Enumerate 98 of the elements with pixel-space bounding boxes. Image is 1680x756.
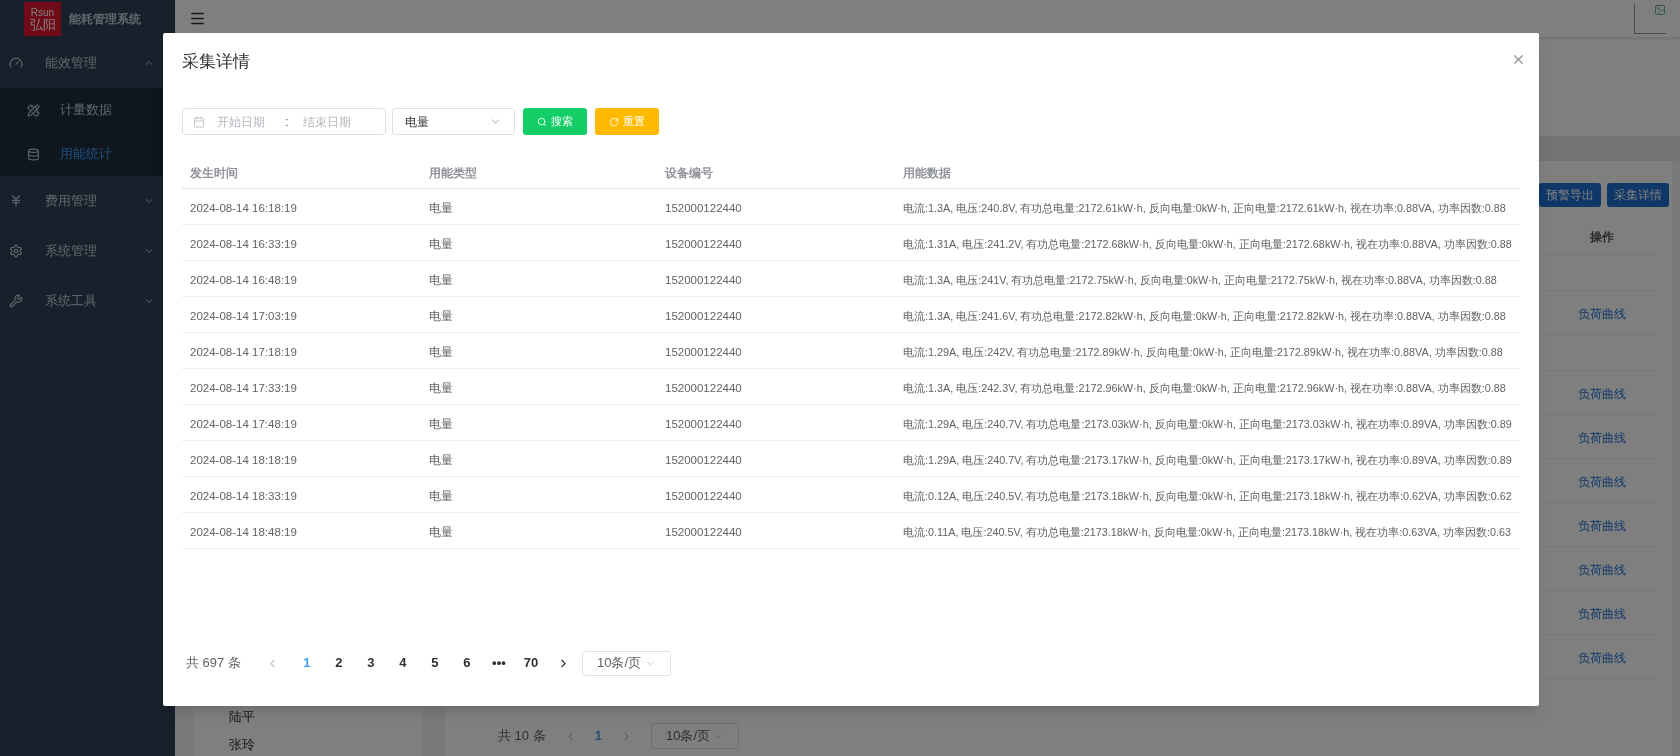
table-cell: 152000122440 <box>665 453 742 466</box>
table-cell: 2024-08-14 16:33:19 <box>190 237 297 250</box>
wrench-icon <box>9 294 23 308</box>
toolbar-button[interactable]: 预警导出 <box>1539 183 1601 207</box>
table-cell: 152000122440 <box>665 273 742 286</box>
total-count: 共 697 条 <box>186 654 241 673</box>
table-cell: 152000122440 <box>665 309 742 322</box>
page-number[interactable]: 5 <box>418 653 451 673</box>
table-cell: 2024-08-14 18:48:19 <box>190 525 297 538</box>
page-number[interactable]: 4 <box>386 653 419 673</box>
table-cell: 152000122440 <box>665 381 742 394</box>
table-cell: 电流:1.29A, 电压:240.7V, 有功总电量:2173.17kW·h, 反向电量:0kW·h, 正向电量:2173.17kW·h, 视在功率:0.89VA, 功率因数:0.89 <box>903 453 1512 466</box>
search-button[interactable]: 搜索 <box>523 108 587 135</box>
table-cell: 电流:1.3A, 电压:241V, 有功总电量:2172.75kW·h, 反向电量:0kW·h, 正向电量:2172.75kW·h, 视在功率:0.88VA, 功率因数:0.88 <box>903 273 1497 286</box>
table-cell: 2024-08-14 17:03:19 <box>190 309 297 322</box>
table-cell: 152000122440 <box>665 237 742 250</box>
toolbar-button[interactable]: 采集详情 <box>1607 183 1669 207</box>
table-cell: 152000122440 <box>665 345 742 358</box>
table-cell: 电量 <box>429 381 453 394</box>
submenu-item[interactable]: 计量数据 <box>0 88 175 132</box>
gear-icon <box>9 244 23 258</box>
column-header: 用能数据 <box>903 165 951 180</box>
table-cell: 电量 <box>429 309 453 322</box>
calendar-icon <box>193 115 205 128</box>
range-separator: : <box>284 113 290 131</box>
table-cell: 电量 <box>429 453 453 466</box>
submenu-item[interactable]: 用能统计 <box>0 132 175 176</box>
refresh-icon <box>609 116 619 127</box>
table-cell: 2024-08-14 16:48:19 <box>190 273 297 286</box>
table-cell: 电流:1.31A, 电压:241.2V, 有功总电量:2172.68kW·h, 反向电量:0kW·h, 正向电量:2172.68kW·h, 视在功率:0.88VA, 功率因数:0.88 <box>903 237 1512 250</box>
yen-icon <box>9 194 23 208</box>
table-cell: 2024-08-14 17:48:19 <box>190 417 297 430</box>
load-curve-link[interactable]: 负荷曲线 <box>1578 386 1626 401</box>
table-cell: 电量 <box>429 273 453 286</box>
dialog-title: 采集详情 <box>182 51 250 73</box>
table-cell: 2024-08-14 17:18:19 <box>190 345 297 358</box>
broken-image-icon[interactable] <box>1634 3 1666 34</box>
table-cell: 电量 <box>429 201 453 214</box>
table-cell: 152000122440 <box>665 417 742 430</box>
load-curve-link[interactable]: 负荷曲线 <box>1578 306 1626 321</box>
date-range-field[interactable]: 开始日期 : 结束日期 <box>182 108 386 135</box>
page-size-select[interactable]: 10条/页 <box>650 723 739 749</box>
load-curve-link[interactable]: 负荷曲线 <box>1578 606 1626 621</box>
page-size-select[interactable]: 10条/页 <box>581 650 671 676</box>
table-cell: 152000122440 <box>665 489 742 502</box>
menu-icon[interactable] <box>189 10 206 27</box>
table-cell: 2024-08-14 17:33:19 <box>190 381 297 394</box>
table-cell: 电量 <box>429 237 453 250</box>
menu-item[interactable]: 系统工具 <box>0 276 175 326</box>
menu-item[interactable]: 费用管理 <box>0 176 175 226</box>
table-cell: 电量 <box>429 489 453 502</box>
table-cell: 电量 <box>429 345 453 358</box>
close-icon[interactable] <box>1511 52 1526 67</box>
pencil-ruler-icon <box>27 103 40 117</box>
table-cell: 2024-08-14 18:33:19 <box>190 489 297 502</box>
load-curve-link[interactable]: 负荷曲线 <box>1578 562 1626 577</box>
table-cell: 电流:1.29A, 电压:242V, 有功总电量:2172.89kW·h, 反向电量:0kW·h, 正向电量:2172.89kW·h, 视在功率:0.88VA, 功率因数:0.88 <box>903 345 1503 358</box>
column-header: 设备编号 <box>665 165 713 180</box>
table-cell: 电量 <box>429 525 453 538</box>
logo: Rsun 弘阳 <box>24 2 61 36</box>
energy-type-select[interactable]: 电量 <box>392 108 515 135</box>
person-name[interactable]: 张玲 <box>229 734 423 754</box>
start-date-input[interactable]: 开始日期 <box>217 112 279 131</box>
search-icon <box>537 116 547 127</box>
page-number[interactable]: 2 <box>322 653 355 673</box>
load-curve-link[interactable]: 负荷曲线 <box>1578 650 1626 665</box>
page-number[interactable]: 6 <box>450 653 483 673</box>
database-icon <box>27 147 40 161</box>
page-number[interactable]: 3 <box>354 653 387 673</box>
total-count: 共 10 条 <box>498 727 546 746</box>
table-cell: 电流:1.29A, 电压:240.7V, 有功总电量:2173.03kW·h, 反向电量:0kW·h, 正向电量:2173.03kW·h, 视在功率:0.89VA, 功率因数:0.89 <box>903 417 1512 430</box>
menu-item[interactable]: 能效管理 <box>0 38 175 88</box>
table-cell: 电流:0.11A, 电压:240.5V, 有功总电量:2173.18kW·h, 反向电量:0kW·h, 正向电量:2173.18kW·h, 视在功率:0.63VA, 功率因数:0.63 <box>903 525 1511 538</box>
table-cell: 电流:1.3A, 电压:241.6V, 有功总电量:2172.82kW·h, 反向电量:0kW·h, 正向电量:2172.82kW·h, 视在功率:0.88VA, 功率因数:0.88 <box>903 309 1506 322</box>
table-cell: 电流:1.3A, 电压:242.3V, 有功总电量:2172.96kW·h, 反向电量:0kW·h, 正向电量:2172.96kW·h, 视在功率:0.88VA, 功率因数:0.88 <box>903 381 1506 394</box>
page-number[interactable]: ••• <box>482 653 515 673</box>
end-date-input[interactable]: 结束日期 <box>303 112 373 131</box>
column-header: 发生时间 <box>190 165 238 180</box>
table-cell: 2024-08-14 16:18:19 <box>190 201 297 214</box>
app-title: 能耗管理系统 <box>69 11 141 28</box>
table-cell: 电量 <box>429 417 453 430</box>
table-cell: 152000122440 <box>665 525 742 538</box>
table-cell: 152000122440 <box>665 201 742 214</box>
load-curve-link[interactable]: 负荷曲线 <box>1578 518 1626 533</box>
load-curve-link[interactable]: 负荷曲线 <box>1578 474 1626 489</box>
menu-item[interactable]: 系统管理 <box>0 226 175 276</box>
person-name[interactable]: 陆平 <box>229 707 423 727</box>
page-number[interactable]: 70 <box>514 653 547 673</box>
load-curve-link[interactable]: 负荷曲线 <box>1578 430 1626 445</box>
column-header: 操作 <box>1589 228 1615 246</box>
reset-button[interactable]: 重置 <box>595 108 659 135</box>
table-cell: 电流:0.12A, 电压:240.5V, 有功总电量:2173.18kW·h, 反向电量:0kW·h, 正向电量:2173.18kW·h, 视在功率:0.62VA, 功率因数:0.62 <box>903 489 1512 502</box>
gauge-icon <box>9 56 23 70</box>
page-number[interactable]: 1 <box>594 726 602 746</box>
table-cell: 电流:1.3A, 电压:240.8V, 有功总电量:2172.61kW·h, 反向电量:0kW·h, 正向电量:2172.61kW·h, 视在功率:0.88VA, 功率因数:0.88 <box>903 201 1506 214</box>
page-number[interactable]: 1 <box>290 653 323 673</box>
column-header: 用能类型 <box>429 165 477 180</box>
table-cell: 2024-08-14 18:18:19 <box>190 453 297 466</box>
